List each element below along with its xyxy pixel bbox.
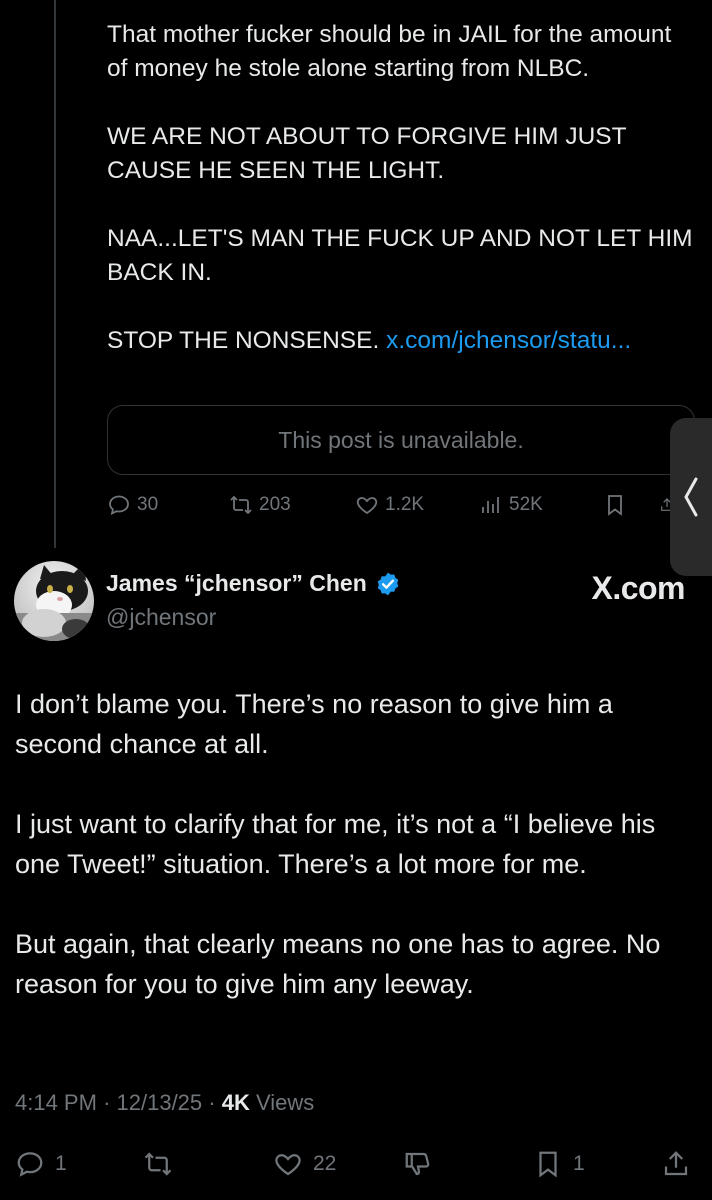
reply-button[interactable]: 30 [107, 488, 158, 522]
verified-badge-icon [375, 571, 401, 597]
views-button[interactable]: 52K [479, 488, 543, 522]
author-name[interactable]: James “jchensor” Chen [106, 570, 401, 597]
author-handle[interactable]: @jchensor [106, 604, 216, 631]
heart-icon [275, 1154, 301, 1176]
repost-icon [230, 495, 252, 515]
reply-count: 30 [137, 494, 159, 515]
cat-avatar-image [14, 561, 94, 641]
parent-tweet-text: That mother fucker should be in JAIL for… [107, 18, 697, 358]
like-count: 22 [313, 1152, 337, 1175]
repost-count: 203 [259, 494, 291, 515]
tweet-views-count: 4K [221, 1090, 250, 1115]
share-button[interactable] [661, 1144, 691, 1184]
chevron-left-icon [684, 477, 698, 517]
parent-tweet-line: NAA...LET'S MAN THE FUCK UP AND NOT LET … [107, 225, 693, 286]
parent-tweet-last-line: STOP THE NONSENSE. x.com/jchensor/statu.… [107, 324, 697, 358]
x-logo-watermark: X.com [591, 570, 685, 606]
reply-button[interactable]: 1 [15, 1144, 67, 1184]
bookmark-icon [539, 1151, 557, 1178]
side-panel-handle[interactable] [670, 418, 712, 576]
bookmark-button[interactable] [603, 488, 627, 522]
repost-button[interactable]: 203 [229, 488, 291, 522]
bookmark-button[interactable]: 1 [533, 1144, 585, 1184]
main-tweet-text: I don’t blame you. There’s no reason to … [15, 684, 695, 1004]
quoted-post-card[interactable]: This post is unavailable. [107, 405, 695, 475]
bookmark-icon [608, 495, 622, 516]
tweet-paragraph: I don’t blame you. There’s no reason to … [15, 689, 613, 759]
heart-icon [356, 497, 378, 515]
dislike-button[interactable] [403, 1144, 433, 1184]
like-count: 1.2K [385, 494, 425, 515]
reply-count: 1 [55, 1152, 67, 1175]
reply-icon [109, 495, 129, 516]
status-link[interactable]: x.com/jchensor/statu... [386, 327, 631, 354]
tweet-detail-screen: That mother fucker should be in JAIL for… [0, 0, 712, 1200]
repost-icon [144, 1152, 172, 1176]
tweet-date[interactable]: 12/13/25 [117, 1090, 203, 1115]
parent-tweet-line: STOP THE NONSENSE. [107, 327, 380, 354]
tweet-views-label: Views [255, 1090, 315, 1115]
views-count: 52K [509, 494, 543, 515]
views-icon [482, 497, 499, 513]
parent-tweet-line: That mother fucker should be in JAIL for… [107, 21, 672, 82]
quoted-post-unavailable-text: This post is unavailable. [278, 426, 524, 453]
thread-connector-line [54, 0, 56, 548]
parent-tweet-line: WE ARE NOT ABOUT TO FORGIVE HIM JUST CAU… [107, 123, 627, 184]
tweet-paragraph: I just want to clarify that for me, it’s… [15, 809, 656, 879]
parent-tweet-action-bar: 30 203 1.2K 52K [107, 488, 677, 522]
share-icon [664, 1151, 688, 1176]
reply-icon [17, 1152, 43, 1177]
like-button[interactable]: 1.2K [355, 488, 424, 522]
avatar[interactable] [14, 561, 94, 641]
like-button[interactable]: 22 [273, 1144, 336, 1184]
tweet-meta: 4:14 PM · 12/13/25 · 4K Views [15, 1090, 315, 1115]
repost-button[interactable] [143, 1144, 173, 1184]
tweet-time[interactable]: 4:14 PM [15, 1090, 97, 1115]
main-tweet-action-bar: 1 22 1 [15, 1144, 695, 1184]
bookmark-count: 1 [573, 1152, 585, 1175]
dislike-icon [405, 1152, 430, 1176]
tweet-paragraph: But again, that clearly means no one has… [15, 929, 661, 999]
author-display-name: James “jchensor” Chen [106, 570, 367, 596]
